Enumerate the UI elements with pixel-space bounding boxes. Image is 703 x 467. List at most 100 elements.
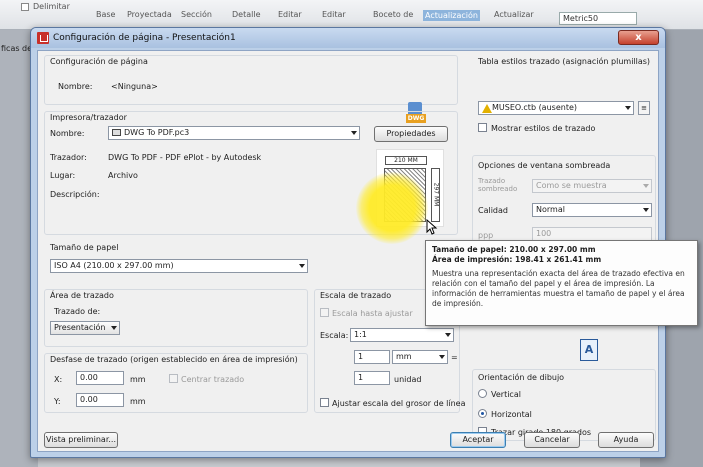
landscape-orientation-icon: A bbox=[580, 339, 598, 361]
shade-plot-label-line1: Trazado bbox=[478, 177, 506, 185]
offset-x-label: X: bbox=[54, 375, 63, 384]
show-plot-styles-checkbox[interactable] bbox=[478, 123, 487, 132]
page-setup-name-label: Nombre: bbox=[58, 82, 93, 91]
ribbon-base[interactable]: Base bbox=[96, 10, 115, 19]
properties-button[interactable]: Propiedades bbox=[374, 126, 448, 142]
scale-unit-value: mm bbox=[396, 352, 412, 361]
plot-what-label: Trazado de: bbox=[54, 307, 101, 316]
chevron-down-icon bbox=[299, 264, 305, 268]
shade-plot-combo[interactable]: Como se muestra bbox=[532, 179, 652, 193]
cancel-button[interactable]: Cancelar bbox=[524, 432, 580, 448]
page-setup-name-value: <Ninguna> bbox=[111, 82, 158, 91]
center-plot-checkbox[interactable] bbox=[169, 374, 178, 383]
delimit-checkbox[interactable] bbox=[21, 3, 29, 11]
mouse-cursor-icon bbox=[426, 219, 438, 235]
dialog-title: Configuración de página - Presentación1 bbox=[53, 33, 236, 43]
where-value: Archivo bbox=[108, 171, 138, 180]
preview-height-dimension: 297 MM bbox=[431, 168, 440, 222]
tooltip-print-area: Área de impresión: 198.41 x 261.41 mm bbox=[432, 255, 602, 264]
plotter-label: Trazador: bbox=[50, 153, 87, 162]
tooltip-paper-size: Tamaño de papel: 210.00 x 297.00 mm bbox=[432, 245, 596, 254]
chevron-down-icon bbox=[439, 355, 445, 359]
left-panel-label: ficas de bbox=[1, 44, 33, 53]
plot-style-combo[interactable]: MUSEO.ctb (ausente) bbox=[478, 101, 634, 115]
plot-what-value: Presentación bbox=[54, 323, 106, 332]
printer-icon bbox=[112, 129, 121, 136]
page-setup-group-label: Configuración de página bbox=[50, 57, 148, 66]
printer-group-label: Impresora/trazador bbox=[50, 113, 127, 122]
plotter-value: DWG To PDF - PDF ePlot - by Autodesk bbox=[108, 153, 262, 162]
offset-y-label: Y: bbox=[54, 397, 61, 406]
ribbon-section[interactable]: Sección bbox=[181, 10, 212, 19]
chevron-down-icon bbox=[111, 326, 117, 330]
ribbon-sketch[interactable]: Boceto de bbox=[373, 10, 413, 19]
preview-width-dimension: 210 MM bbox=[385, 156, 427, 165]
scale-value: 1:1 bbox=[354, 330, 367, 339]
quality-value: Normal bbox=[536, 205, 565, 214]
scale-value1-input[interactable]: 1 bbox=[354, 350, 390, 364]
offset-y-input[interactable]: 0.00 bbox=[76, 393, 124, 407]
ribbon-edit-2[interactable]: Editar bbox=[322, 10, 346, 19]
metric-combo[interactable]: Metric50 bbox=[559, 12, 637, 25]
shade-plot-value: Como se muestra bbox=[536, 181, 607, 190]
ribbon-update[interactable]: Actualización bbox=[423, 10, 480, 21]
printer-combo[interactable]: DWG To PDF.pc3 bbox=[108, 126, 360, 140]
plot-style-group-label: Tabla estilos trazado (asignación plumil… bbox=[478, 57, 651, 66]
chevron-down-icon bbox=[351, 131, 357, 135]
landscape-label: Horizontal bbox=[491, 410, 532, 419]
printer-name-label: Nombre: bbox=[50, 129, 85, 138]
warning-icon bbox=[482, 104, 492, 113]
chevron-down-icon bbox=[625, 106, 631, 110]
chevron-down-icon bbox=[643, 208, 649, 212]
plot-scale-group-label: Escala de trazado bbox=[320, 291, 392, 300]
quality-combo[interactable]: Normal bbox=[532, 203, 652, 217]
fit-to-paper-label: Escala hasta ajustar bbox=[332, 309, 413, 318]
scale-value2-input[interactable]: 1 bbox=[354, 371, 390, 385]
landscape-radio[interactable] bbox=[478, 409, 487, 418]
center-plot-label: Centrar trazado bbox=[181, 375, 245, 384]
help-button[interactable]: Ayuda bbox=[598, 432, 654, 448]
quality-label: Calidad bbox=[478, 206, 508, 215]
paper-size-combo[interactable]: ISO A4 (210.00 x 297.00 mm) bbox=[50, 259, 308, 273]
ribbon-refresh[interactable]: Actualizar bbox=[494, 10, 534, 19]
plot-offset-group-label: Desfase de trazado (origen establecido e… bbox=[50, 355, 298, 364]
dpi-input[interactable]: 100 bbox=[532, 227, 652, 241]
printer-combo-value: DWG To PDF.pc3 bbox=[124, 128, 190, 137]
scale-combo[interactable]: 1:1 bbox=[350, 328, 454, 342]
preview-height-text: 297 MM bbox=[432, 182, 440, 207]
offset-y-unit: mm bbox=[130, 397, 146, 406]
preview-button[interactable]: Vista preliminar... bbox=[44, 432, 118, 448]
chevron-down-icon bbox=[643, 184, 649, 188]
close-button[interactable]: x bbox=[618, 30, 659, 45]
ribbon-delimit[interactable]: Delimitar bbox=[33, 2, 70, 11]
where-label: Lugar: bbox=[50, 171, 76, 180]
offset-x-input[interactable]: 0.00 bbox=[76, 371, 124, 385]
autocad-app-icon bbox=[37, 32, 49, 44]
portrait-radio[interactable] bbox=[478, 389, 487, 398]
chevron-down-icon bbox=[445, 333, 451, 337]
scale-equals: = bbox=[451, 353, 458, 362]
preview-tooltip: Tamaño de papel: 210.00 x 297.00 mm Área… bbox=[425, 240, 698, 326]
edit-plot-style-icon[interactable]: ≡ bbox=[638, 101, 650, 115]
orientation-group-label: Orientación de dibujo bbox=[478, 373, 565, 382]
scale-lineweights-label: Ajustar escala del grosor de línea bbox=[332, 399, 466, 408]
cursor-highlight bbox=[356, 172, 428, 244]
paper-size-group-label: Tamaño de papel bbox=[50, 243, 119, 252]
scale-unit-combo[interactable]: mm bbox=[392, 350, 448, 364]
plot-what-combo[interactable]: Presentación bbox=[50, 321, 120, 335]
paper-size-value: ISO A4 (210.00 x 297.00 mm) bbox=[54, 261, 174, 270]
fit-to-paper-checkbox[interactable] bbox=[320, 308, 329, 317]
scale-label: Escala: bbox=[320, 331, 349, 340]
scale-unit2-label: unidad bbox=[394, 375, 422, 384]
portrait-label: Vertical bbox=[491, 390, 521, 399]
description-label: Descripción: bbox=[50, 190, 100, 199]
ok-button[interactable]: Aceptar bbox=[450, 432, 506, 448]
ribbon: Delimitar Base Proyectada Sección Detall… bbox=[0, 0, 703, 30]
plot-style-value: MUSEO.ctb (ausente) bbox=[492, 103, 577, 112]
ribbon-edit-1[interactable]: Editar bbox=[278, 10, 302, 19]
offset-x-unit: mm bbox=[130, 375, 146, 384]
tooltip-description: Muestra una representación exacta del ár… bbox=[432, 269, 685, 308]
ribbon-detail[interactable]: Detalle bbox=[232, 10, 261, 19]
ribbon-projected[interactable]: Proyectada bbox=[127, 10, 172, 19]
scale-lineweights-checkbox[interactable] bbox=[320, 398, 329, 407]
